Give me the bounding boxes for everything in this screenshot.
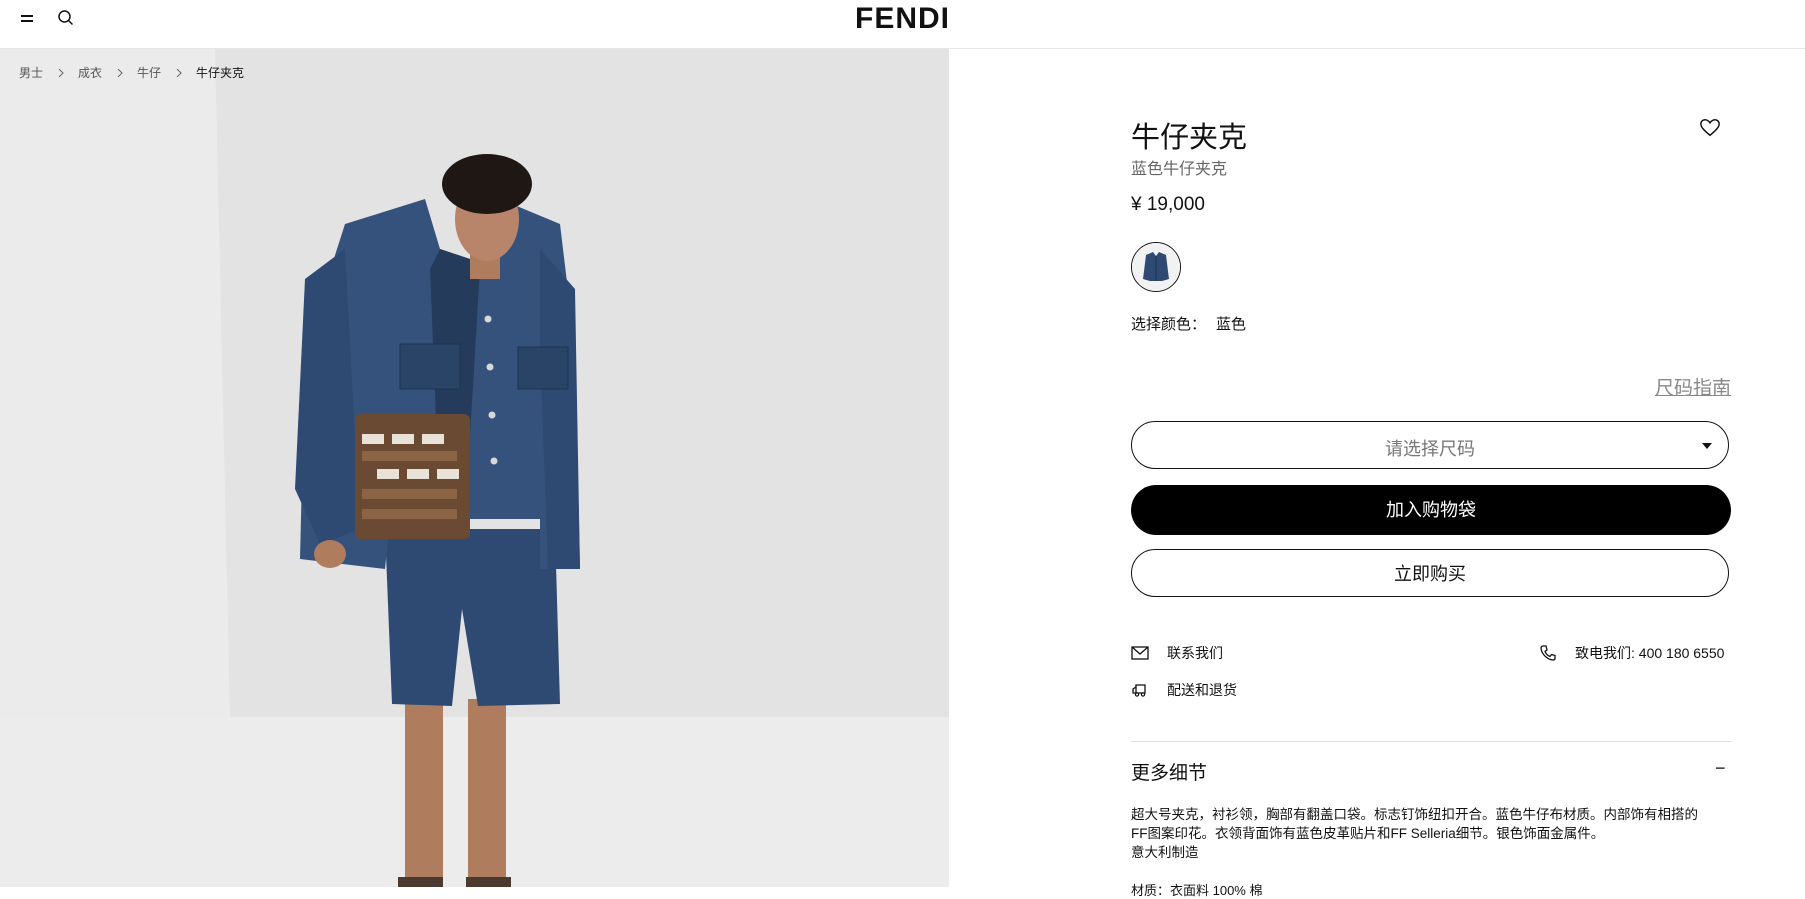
site-header: FENDI: [0, 0, 1805, 49]
breadcrumb-item-current: 牛仔夹克: [196, 66, 245, 80]
chevron-right-icon: [117, 68, 123, 77]
more-details-heading[interactable]: 更多细节: [1131, 758, 1207, 785]
product-price: ¥ 19,000: [1131, 194, 1205, 215]
size-select[interactable]: 请选择尺码: [1131, 421, 1729, 469]
chevron-right-icon: [58, 68, 64, 77]
envelope-icon: [1131, 646, 1149, 660]
breadcrumb: 男士 成衣 牛仔 牛仔夹克: [19, 64, 244, 81]
heart-icon[interactable]: [1699, 117, 1721, 139]
call-us-label: 致电我们: 400 180 6550: [1575, 645, 1725, 661]
breadcrumb-item-men[interactable]: 男士: [19, 64, 43, 81]
color-value: 蓝色: [1216, 316, 1247, 333]
color-swatch-blue[interactable]: [1131, 242, 1181, 292]
product-description: 超大号夹克，衬衫领，胸部有翻盖口袋。标志钉饰纽扣开合。蓝色牛仔布材质。内部饰有相…: [1131, 805, 1731, 862]
delivery-returns-label: 配送和退货: [1167, 682, 1237, 698]
description-line: 超大号夹克，衬衫领，胸部有翻盖口袋。标志钉饰纽扣开合。蓝色牛仔布材质。内部饰有相…: [1131, 807, 1698, 822]
product-subtitle: 蓝色牛仔夹克: [1131, 161, 1228, 178]
color-selection: 选择颜色： 蓝色: [1131, 313, 1246, 334]
phone-icon: [1540, 645, 1556, 661]
product-title: 牛仔夹克: [1131, 122, 1248, 154]
brand-logo[interactable]: FENDI: [0, 2, 1805, 36]
color-label: 选择颜色：: [1131, 316, 1207, 333]
materials-text: 材质：衣面料 100% 棉: [1131, 883, 1263, 898]
product-image[interactable]: [0, 49, 949, 887]
add-to-bag-button[interactable]: 加入购物袋: [1131, 485, 1731, 535]
contact-us-link[interactable]: 联系我们: [1131, 643, 1223, 663]
description-line: 意大利制造: [1131, 845, 1199, 860]
size-guide-link[interactable]: 尺码指南: [1655, 373, 1731, 400]
collapse-toggle[interactable]: −: [1715, 758, 1726, 779]
caret-down-icon: [1702, 443, 1712, 449]
breadcrumb-item-denim[interactable]: 牛仔: [137, 64, 161, 81]
call-us-link[interactable]: 致电我们: 400 180 6550: [1539, 643, 1724, 663]
breadcrumb-item-ready-to-wear[interactable]: 成衣: [78, 64, 102, 81]
chevron-right-icon: [176, 68, 182, 77]
contact-us-label: 联系我们: [1167, 645, 1223, 661]
size-select-placeholder: 请选择尺码: [1385, 439, 1475, 459]
delivery-returns-link[interactable]: 配送和退货: [1131, 680, 1237, 700]
buy-now-button[interactable]: 立即购买: [1131, 549, 1729, 597]
delivery-truck-icon: [1132, 684, 1146, 697]
description-line: FF图案印花。衣领背面饰有蓝色皮革贴片和FF Selleria细节。银色饰面金属…: [1131, 826, 1605, 841]
section-divider: [1131, 741, 1731, 742]
